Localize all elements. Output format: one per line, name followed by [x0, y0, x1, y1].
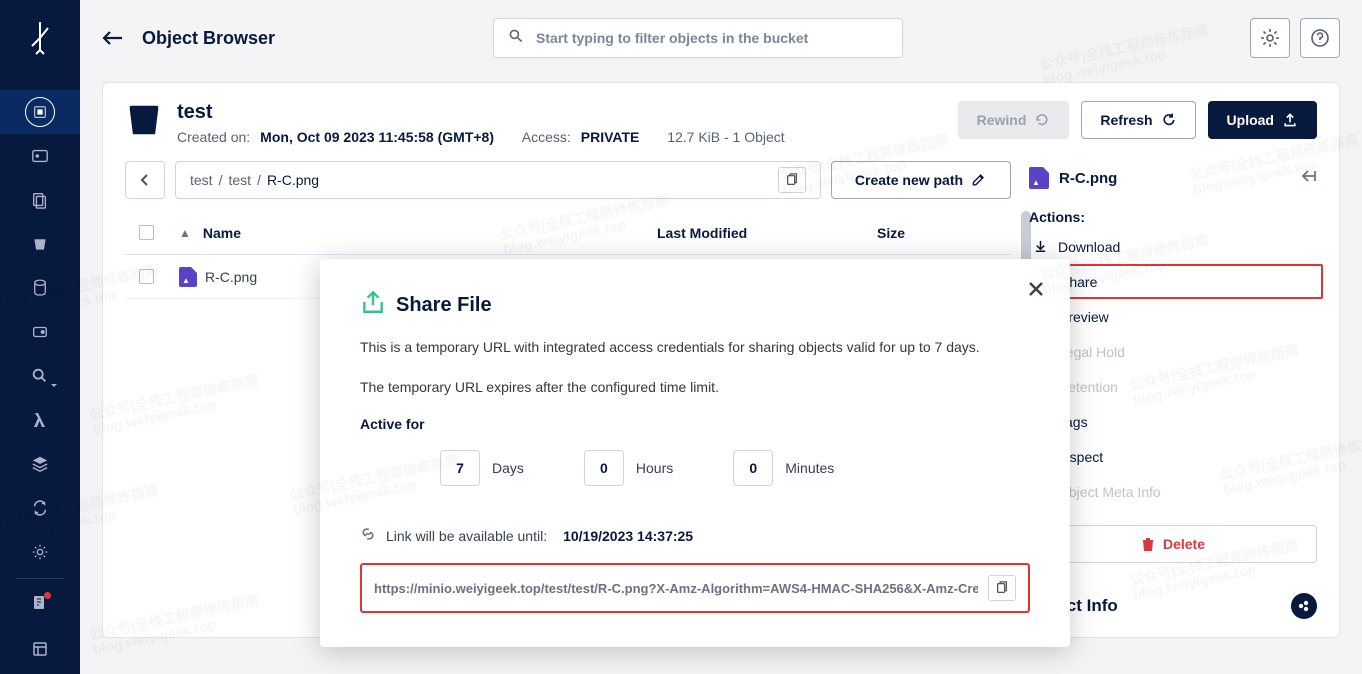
close-icon[interactable]	[1026, 279, 1046, 304]
create-new-path-button[interactable]: Create new path	[831, 161, 1011, 199]
share-file-modal: Share File This is a temporary URL with …	[320, 259, 1070, 647]
refresh-button[interactable]: Refresh	[1081, 101, 1195, 139]
modal-desc-2: The temporary URL expires after the conf…	[360, 377, 1030, 399]
days-input[interactable]	[440, 450, 480, 486]
bucket-meta: Created on: Mon, Oct 09 2023 11:45:58 (G…	[177, 129, 785, 145]
bucket-icon	[125, 101, 163, 139]
nav-item-2[interactable]	[0, 134, 80, 178]
minutes-input[interactable]	[733, 450, 773, 486]
nav-lambda[interactable]	[0, 398, 80, 442]
nav-docs[interactable]	[0, 627, 80, 671]
sidebar	[0, 0, 80, 674]
search-icon	[508, 28, 524, 49]
share-url-row: https://minio.weiyigeek.top/test/test/R-…	[360, 563, 1030, 613]
select-all-checkbox[interactable]	[139, 225, 154, 240]
hours-input[interactable]	[584, 450, 624, 486]
delete-button[interactable]: Delete	[1029, 525, 1317, 563]
file-name: R-C.png	[205, 269, 257, 285]
nav-item-6[interactable]	[0, 310, 80, 354]
image-file-icon	[1029, 167, 1049, 189]
search-box[interactable]	[493, 18, 903, 58]
image-file-icon	[179, 267, 197, 287]
breadcrumb-back[interactable]	[125, 161, 165, 199]
nav-settings[interactable]	[0, 530, 80, 574]
object-panel: R-C.png Actions: Download Share Preview …	[1029, 161, 1317, 619]
rewind-button: Rewind	[958, 101, 1070, 139]
collapse-panel-button[interactable]	[1299, 169, 1317, 187]
link-icon	[360, 526, 376, 545]
nav-item-5[interactable]	[0, 266, 80, 310]
copy-path-button[interactable]	[778, 167, 806, 193]
actions-title: Actions:	[1029, 209, 1317, 225]
nav-tiers[interactable]	[0, 442, 80, 486]
table-header: ▲Name Last Modified Size	[125, 211, 1011, 255]
search-input[interactable]	[536, 30, 888, 46]
panel-file-name: R-C.png	[1059, 170, 1117, 187]
copy-url-button[interactable]	[988, 575, 1016, 601]
active-for-label: Active for	[360, 416, 1030, 432]
upload-button[interactable]: Upload	[1208, 101, 1317, 139]
row-checkbox[interactable]	[139, 269, 154, 284]
nav-notifications[interactable]	[0, 583, 80, 627]
modal-desc-1: This is a temporary URL with integrated …	[360, 337, 1030, 359]
share-url[interactable]: https://minio.weiyigeek.top/test/test/R-…	[374, 581, 978, 596]
help-button[interactable]	[1300, 18, 1340, 58]
nav-buckets[interactable]	[0, 222, 80, 266]
available-until-value: 10/19/2023 14:37:25	[563, 528, 693, 544]
logo	[20, 20, 60, 60]
breadcrumb-path: test/ test/ R-C.png	[175, 161, 821, 199]
nav-item-3[interactable]	[0, 178, 80, 222]
settings-button[interactable]	[1250, 18, 1290, 58]
nav-replication[interactable]	[0, 486, 80, 530]
object-info-icon	[1291, 593, 1317, 619]
back-button[interactable]	[102, 30, 124, 46]
nav-object-browser[interactable]	[0, 90, 80, 134]
page-title: Object Browser	[142, 28, 275, 49]
share-icon	[360, 289, 386, 321]
available-until-label: Link will be available until:	[386, 528, 547, 544]
nav-search[interactable]	[0, 354, 80, 398]
sort-indicator-icon[interactable]: ▲	[179, 226, 191, 240]
topbar: Object Browser	[102, 18, 1340, 58]
bucket-name: test	[177, 101, 785, 124]
modal-title: Share File	[396, 294, 492, 317]
